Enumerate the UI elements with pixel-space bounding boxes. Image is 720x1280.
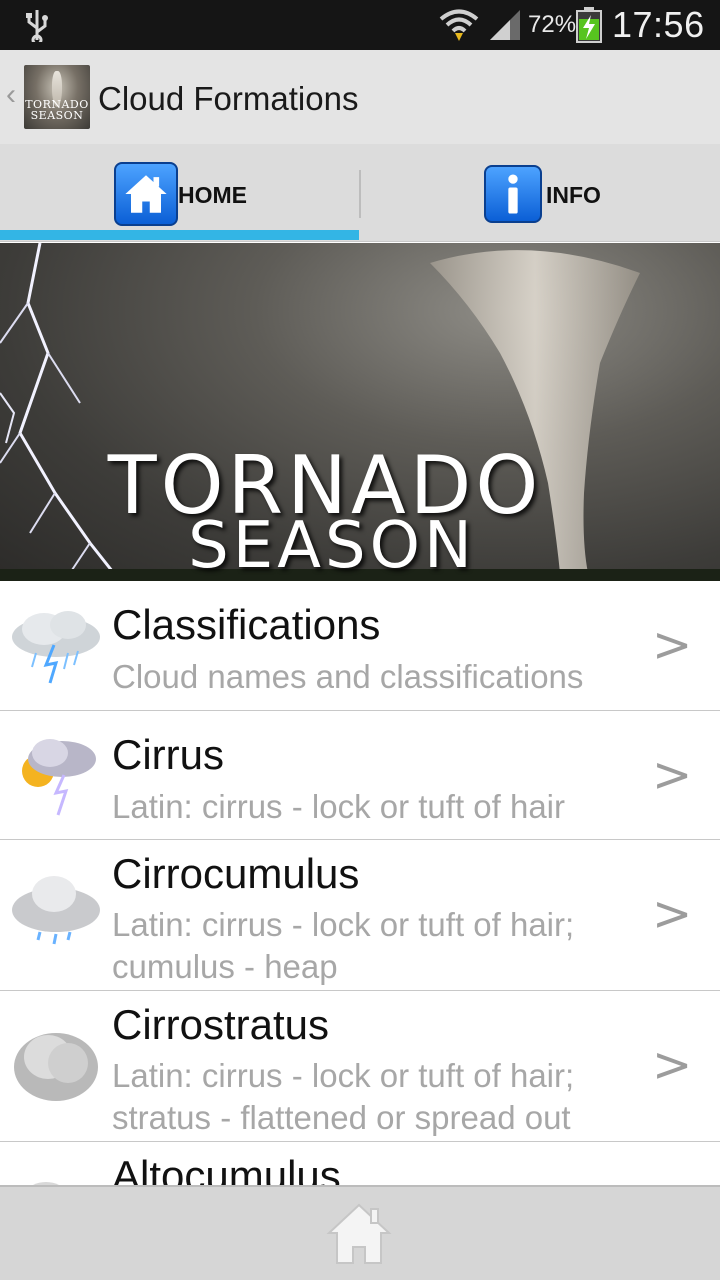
page-title: Cloud Formations — [98, 80, 359, 117]
app-icon-text: TORNADO SEASON — [24, 99, 90, 121]
tab-bar: HOME INFO — [0, 144, 720, 242]
battery-charging-icon — [576, 7, 602, 43]
status-bar: 72% 17:56 — [0, 0, 720, 50]
tab-home-label: HOME — [178, 182, 247, 208]
tab-info-label: INFO — [546, 182, 601, 208]
chevron-right-icon: > — [652, 747, 693, 803]
sun-lightning-cloud-icon — [22, 739, 96, 816]
action-bar: ‹ TORNADO SEASON Cloud Formations — [0, 50, 720, 144]
clock: 17:56 — [612, 4, 705, 45]
banner-image: TORNADO SEASON — [0, 243, 720, 581]
list-item-description: Cloud names and classifications — [112, 658, 584, 695]
list-item-altocumulus[interactable]: Altocumulus — [0, 1142, 720, 1185]
rain-cloud-icon — [12, 876, 100, 945]
cloud-icon — [33, 1182, 59, 1185]
back-chevron-icon[interactable]: ‹ — [6, 78, 16, 112]
list-item-title: Altocumulus — [112, 1152, 341, 1185]
list-item-classifications[interactable]: Classifications Cloud names and classifi… — [0, 581, 720, 711]
cloud-list: Classifications Cloud names and classifi… — [0, 581, 720, 1185]
app-icon-text-line2: SEASON — [30, 109, 84, 122]
list-item-description: Latin: cirrus - lock or tuft of hair — [112, 788, 565, 825]
grey-cloud-icon — [14, 1033, 98, 1101]
bottom-bar — [0, 1185, 720, 1280]
list-item-cirrus[interactable]: Cirrus Latin: cirrus - lock or tuft of h… — [0, 711, 720, 840]
list-item-title: Cirrus — [112, 731, 224, 778]
list-item-description: Latin: cirrus - lock or tuft of hair; st… — [112, 1057, 575, 1136]
list-item-description: Latin: cirrus - lock or tuft of hair; cu… — [112, 906, 575, 985]
tab-info[interactable]: INFO — [360, 144, 720, 242]
home-icon[interactable] — [326, 1201, 392, 1267]
list-item-title: Cirrostratus — [112, 1001, 330, 1048]
selected-tab-indicator — [0, 230, 359, 240]
usb-icon — [26, 10, 48, 42]
chevron-right-icon: > — [652, 617, 693, 673]
list-item-title: Classifications — [112, 601, 381, 648]
app-icon[interactable]: TORNADO SEASON — [24, 65, 90, 129]
home-icon — [114, 162, 178, 226]
signal-icon — [490, 10, 520, 40]
list-item-title: Cirrocumulus — [112, 850, 360, 897]
storm-cloud-icon — [12, 611, 100, 684]
wifi-icon — [439, 9, 479, 41]
battery-percent: 72% — [528, 11, 577, 38]
list-item-cirrocumulus[interactable]: Cirrocumulus Latin: cirrus - lock or tuf… — [0, 840, 720, 991]
chevron-right-icon: > — [652, 1037, 693, 1093]
tab-home[interactable]: HOME — [0, 144, 360, 242]
list-item-cirrostratus[interactable]: Cirrostratus Latin: cirrus - lock or tuf… — [0, 991, 720, 1142]
info-icon — [484, 165, 542, 223]
banner-subtitle: SEASON — [188, 509, 476, 581]
chevron-right-icon: > — [652, 886, 693, 942]
